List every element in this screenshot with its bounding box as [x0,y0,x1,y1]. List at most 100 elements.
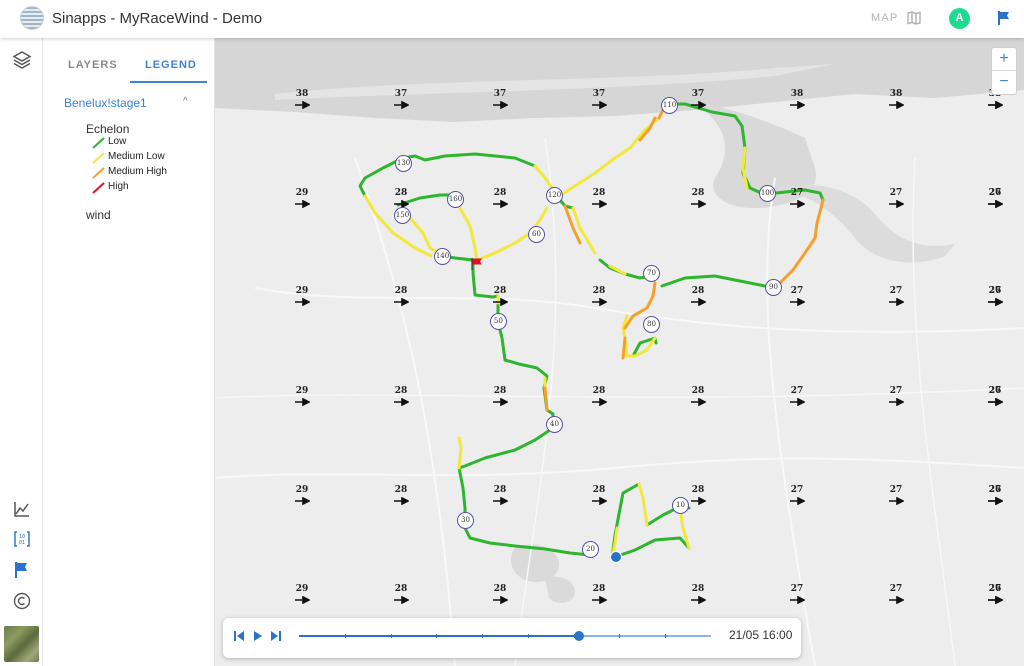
wind-cell: 38 [881,89,911,119]
echelon-label: Echelon [86,122,130,136]
wind-arrow-icon [889,298,904,306]
wind-cell: 26 [980,386,1010,416]
wind-arrow-icon [790,398,805,406]
wind-speed: 38 [790,89,804,99]
km-marker[interactable]: 90 [765,279,782,296]
wind-speed: 27 [889,485,903,495]
line-swatch-icon [92,152,105,164]
map-canvas[interactable]: 3837373737383838382928282828272727262928… [215,38,1024,666]
tab-legend[interactable]: LEGEND [145,59,197,71]
wind-arrow-icon [295,398,310,406]
race-flag-icon[interactable] [12,560,32,580]
timeline-tick [573,634,575,638]
app-header: Sinapps - MyRaceWind - Demo MAP A [0,0,1024,38]
timeline-tick [482,634,484,638]
data-icon[interactable]: 10 01 [12,529,32,549]
legend-label: Medium Low [108,151,165,162]
copyright-icon[interactable] [12,591,32,611]
user-avatar[interactable]: A [949,8,970,29]
wind-arrow-icon [295,596,310,604]
wind-speed: 28 [394,485,408,495]
km-marker[interactable]: 100 [759,185,776,202]
wind-arrow-icon [394,101,409,109]
map-mode-label[interactable]: MAP [871,12,898,24]
wind-arrow-icon [691,200,706,208]
wind-arrow-icon [394,298,409,306]
wind-cell: 27 [782,485,812,515]
wind-arrow-icon [889,101,904,109]
wind-cell: 37 [683,89,713,119]
wind-cell: 28 [584,584,614,614]
tab-layers[interactable]: LAYERS [68,59,118,71]
wind-speed: 37 [592,89,606,99]
basemap [215,38,1024,666]
wind-arrow-icon [691,298,706,306]
km-marker[interactable]: 150 [394,207,411,224]
chevron-up-icon[interactable]: ^ [183,96,188,107]
app-logo [20,6,44,30]
timeline-thumb[interactable] [574,631,585,641]
wind-speed: 27 [790,485,804,495]
wind-speed: 29 [295,386,309,396]
wind-speed: 28 [592,584,606,594]
wind-speed: 29 [295,286,309,296]
flag-icon[interactable] [996,10,1012,26]
rider-position-marker[interactable] [610,551,622,563]
start-flag-icon[interactable] [470,257,484,271]
wind-arrow-icon [592,298,607,306]
wind-speed: 26 [988,485,1002,495]
step-forward-icon[interactable] [269,630,283,642]
km-marker[interactable]: 120 [546,187,563,204]
km-marker[interactable]: 10 [672,497,689,514]
km-marker[interactable]: 80 [643,316,660,333]
wind-speed: 37 [394,89,408,99]
wind-arrow-icon [592,497,607,505]
map-icon[interactable] [907,11,921,25]
wind-arrow-icon [988,596,1003,604]
wind-arrow-icon [790,497,805,505]
wind-cell: 29 [287,286,317,316]
wind-arrow-icon [691,497,706,505]
zoom-out-button[interactable]: − [992,71,1016,94]
wind-speed: 28 [592,386,606,396]
wind-cell: 27 [782,386,812,416]
layers-icon[interactable] [12,50,32,70]
wind-arrow-icon [790,596,805,604]
wind-speed: 28 [691,485,705,495]
timeline-slider[interactable] [299,631,711,641]
km-marker[interactable]: 140 [434,248,451,265]
wind-speed: 38 [295,89,309,99]
wind-cell: 27 [881,386,911,416]
wind-cell: 28 [485,386,515,416]
wind-arrow-icon [988,398,1003,406]
km-marker[interactable]: 70 [643,265,660,282]
km-marker[interactable]: 40 [546,416,563,433]
km-marker[interactable]: 110 [661,97,678,114]
timeline-tick [619,634,621,638]
wind-speed: 28 [493,485,507,495]
km-marker[interactable]: 30 [457,512,474,529]
basemap-thumbnail[interactable] [4,626,39,662]
play-icon[interactable] [252,630,264,642]
km-marker[interactable]: 160 [447,191,464,208]
wind-cell: 28 [485,188,515,218]
wind-cell: 27 [881,584,911,614]
km-marker[interactable]: 50 [490,313,507,330]
timeline-tick [390,634,392,638]
wind-arrow-icon [493,200,508,208]
wind-arrow-icon [790,298,805,306]
zoom-in-button[interactable]: + [992,48,1016,71]
wind-arrow-icon [493,497,508,505]
wind-speed: 29 [295,584,309,594]
wind-cell: 27 [782,188,812,218]
wind-arrow-icon [691,596,706,604]
wind-speed: 28 [592,485,606,495]
step-back-icon[interactable] [232,630,246,642]
km-marker[interactable]: 20 [582,541,599,558]
km-marker[interactable]: 130 [395,155,412,172]
wind-speed: 27 [790,584,804,594]
chart-icon[interactable] [12,499,32,519]
wind-arrow-icon [988,200,1003,208]
legend-group-title[interactable]: Benelux!stage1 [64,96,147,110]
km-marker[interactable]: 60 [528,226,545,243]
